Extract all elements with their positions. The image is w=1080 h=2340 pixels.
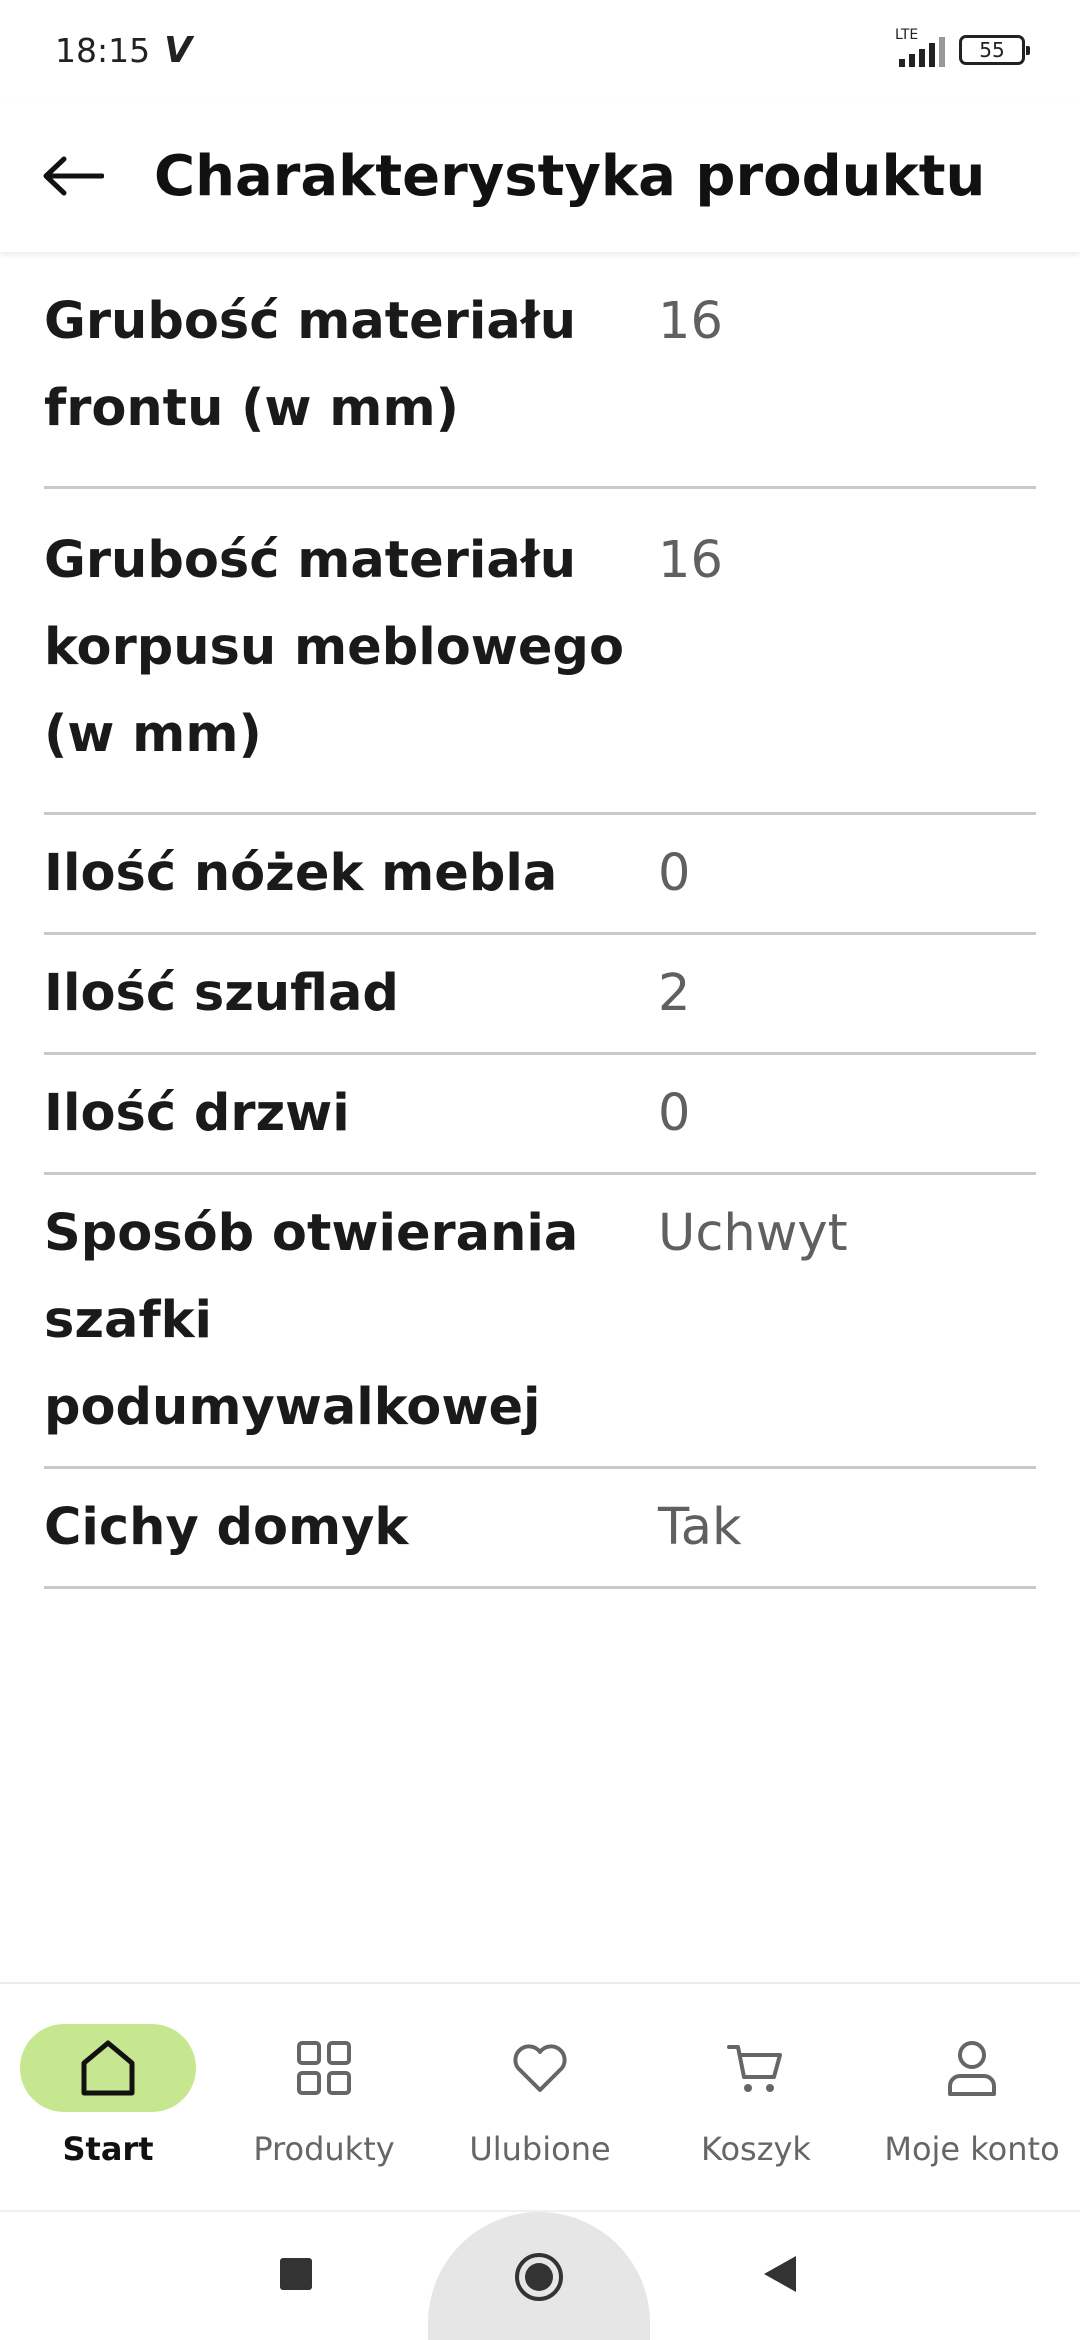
nav-label-moje-konto: Moje konto [884, 2130, 1060, 2168]
network-type: LTE [895, 27, 919, 43]
spec-row: Sposób otwierania szafki podumywalkowej … [44, 1175, 1036, 1469]
app-header: Charakterystyka produktu [0, 100, 1080, 252]
nav-item-moje-konto[interactable]: Moje konto [864, 1984, 1080, 2212]
home-button[interactable] [428, 2212, 650, 2340]
spec-value: 16 [658, 531, 723, 590]
nav-active-indicator [20, 2024, 196, 2112]
spec-row: Grubość materiału frontu (w mm) 16 [44, 252, 1036, 489]
user-icon [948, 2041, 996, 2096]
system-back-button[interactable] [750, 2244, 810, 2304]
spec-label: Ilość szuflad [44, 964, 399, 1023]
spec-label: Ilość drzwi [44, 1084, 350, 1143]
spec-label: Sposób otwierania szafki podumywalkowej [44, 1204, 579, 1437]
nav-label-ulubione: Ulubione [469, 2130, 611, 2168]
system-nav-bar [0, 2210, 1080, 2340]
status-time: 18:15 [55, 30, 151, 70]
spec-row: Cichy domyk Tak [44, 1469, 1036, 1589]
nav-item-koszyk[interactable]: Koszyk [648, 1984, 864, 2212]
spec-row: Ilość drzwi 0 [44, 1055, 1036, 1175]
spec-row: Ilość szuflad 2 [44, 935, 1036, 1055]
battery-level: 55 [979, 38, 1005, 62]
nav-label-start: Start [62, 2130, 154, 2168]
status-left: 18:15 V [55, 30, 192, 71]
arrow-left-icon [43, 156, 104, 196]
triangle-back-icon [764, 2256, 796, 2292]
grid-icon [297, 2041, 351, 2095]
spec-label: Grubość materiału korpusu meblowego (w m… [44, 531, 624, 764]
nav-item-start[interactable]: Start [0, 1984, 216, 2212]
cart-icon [727, 2045, 782, 2092]
signal-icon: LTE [895, 27, 945, 67]
carrier-icon: V [164, 29, 192, 71]
spec-row: Ilość nóżek mebla 0 [44, 815, 1036, 935]
spec-value: 16 [658, 292, 723, 351]
status-right: LTE 55 [895, 27, 1030, 67]
square-icon [280, 2258, 312, 2290]
spec-value: 0 [658, 1084, 691, 1143]
back-button[interactable] [42, 140, 114, 212]
spec-label: Cichy domyk [44, 1498, 409, 1557]
spec-value: Uchwyt [658, 1204, 848, 1263]
nav-label-koszyk: Koszyk [701, 2130, 811, 2168]
spec-label: Ilość nóżek mebla [44, 844, 558, 903]
spec-label: Grubość materiału frontu (w mm) [44, 292, 577, 438]
specs-list[interactable]: Grubość materiału frontu (w mm) 16 Grubo… [0, 252, 1080, 1982]
heart-icon [513, 2044, 567, 2092]
home-icon [81, 2040, 135, 2096]
spec-value: 0 [658, 844, 691, 903]
spec-value: Tak [658, 1498, 742, 1557]
status-bar: 18:15 V LTE 55 [0, 0, 1080, 100]
circle-icon [515, 2253, 563, 2301]
bottom-nav: Start Produkty Ulubione Koszyk Moje kont… [0, 1982, 1080, 2210]
nav-item-produkty[interactable]: Produkty [216, 1984, 432, 2212]
battery-icon: 55 [959, 35, 1030, 65]
page-title: Charakterystyka produktu [154, 143, 986, 209]
spec-value: 2 [658, 964, 691, 1023]
recents-button[interactable] [266, 2244, 326, 2304]
nav-item-ulubione[interactable]: Ulubione [432, 1984, 648, 2212]
screen: 18:15 V LTE 55 Charakterystyka produktu [0, 0, 1080, 2340]
spec-row: Grubość materiału korpusu meblowego (w m… [44, 489, 1036, 815]
nav-label-produkty: Produkty [253, 2130, 395, 2168]
